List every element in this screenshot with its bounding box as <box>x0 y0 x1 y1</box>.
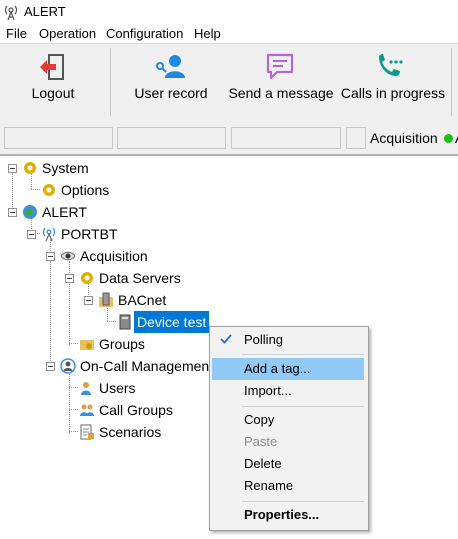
collapse-portbt-toggle[interactable] <box>27 230 36 239</box>
tree-label: System <box>42 160 89 176</box>
calls-in-progress-button[interactable]: Calls in progress <box>337 44 449 120</box>
user-record-button[interactable]: User record <box>124 44 218 120</box>
menu-configuration[interactable]: Configuration <box>106 26 183 41</box>
tree-label: Acquisition <box>80 248 148 264</box>
tree-label: ALERT <box>42 204 87 220</box>
device-icon <box>119 314 131 330</box>
menu-item-label: Rename <box>244 478 294 493</box>
menu-item-label: Add a tag... <box>244 361 311 376</box>
toolbar: Logout User record Send a message Calls … <box>0 43 458 122</box>
tree-label: Call Groups <box>99 402 173 418</box>
menu-operation[interactable]: Operation <box>39 26 96 41</box>
tree-line <box>50 261 51 367</box>
menu-item-delete[interactable]: Delete <box>212 453 364 475</box>
menu-item-import[interactable]: Import... <box>212 380 364 402</box>
phone-call-icon <box>379 54 403 76</box>
checkmark-icon <box>220 334 232 344</box>
tree-label[interactable]: PORTBT <box>61 223 118 245</box>
antenna-icon <box>42 227 56 242</box>
tree-line <box>107 321 116 322</box>
menu-separator <box>242 406 364 407</box>
menu-separator <box>242 501 364 502</box>
menu-item-label: Import... <box>244 383 292 398</box>
tree-line <box>69 409 78 410</box>
menu-item-label: Properties... <box>244 507 320 522</box>
send-message-label: Send a message <box>228 85 334 101</box>
menu-item-label: Polling <box>244 332 284 347</box>
status-panel <box>117 127 226 149</box>
menu-item-copy[interactable]: Copy <box>212 409 364 431</box>
logout-icon <box>40 54 64 80</box>
menu-item-rename[interactable]: Rename <box>212 475 364 497</box>
acquisition-status-indicator <box>444 134 453 143</box>
tree-label: Scenarios <box>99 424 162 440</box>
collapse-alert-toggle[interactable] <box>8 208 17 217</box>
app-antenna-icon <box>4 5 18 21</box>
menu-item-paste: Paste <box>212 431 364 453</box>
collapse-bacnet-toggle[interactable] <box>84 296 93 305</box>
status-panel <box>231 127 341 149</box>
title-bar: ALERT <box>0 0 458 24</box>
menu-item-label: Delete <box>244 456 282 471</box>
tree-line <box>31 189 40 190</box>
collapse-acquisition-toggle[interactable] <box>46 252 55 261</box>
users-icon <box>81 382 91 395</box>
gear-icon <box>81 272 93 284</box>
toolbar-separator <box>451 48 452 116</box>
user-record-label: User record <box>134 85 208 101</box>
logout-label: Logout <box>31 85 75 101</box>
tree-label-selected: Device test <box>134 311 210 333</box>
menu-help[interactable]: Help <box>194 26 221 41</box>
menu-item-polling[interactable]: Polling <box>212 329 364 351</box>
globe-icon <box>23 205 37 219</box>
tree-label: On-Call Managemen <box>80 358 210 374</box>
tree-label: Options <box>61 182 110 198</box>
tree-line <box>69 371 70 433</box>
tree-label: Data Servers <box>99 270 181 286</box>
eye-icon <box>60 251 76 261</box>
collapse-on-call-toggle[interactable] <box>46 362 55 371</box>
toolbar-separator <box>110 48 111 116</box>
menu-item-label: Paste <box>244 434 278 449</box>
logout-button[interactable]: Logout <box>4 44 102 120</box>
menu-separator <box>242 354 364 355</box>
tree-line <box>12 173 13 211</box>
gear-icon <box>24 162 36 174</box>
context-menu: Polling Add a tag... Import... Copy Past… <box>209 326 369 531</box>
tree-label: Users <box>99 380 136 396</box>
tree-label: Groups <box>99 336 145 352</box>
tree-line <box>69 431 78 432</box>
status-panel <box>346 127 366 149</box>
collapse-data-servers-toggle[interactable] <box>65 274 74 283</box>
tree-label: BACnet <box>118 292 167 308</box>
user-circle-icon <box>60 358 76 374</box>
menu-file[interactable]: File <box>6 26 27 41</box>
message-icon <box>266 53 294 80</box>
tree-line <box>69 343 78 344</box>
collapse-system-toggle[interactable] <box>8 164 17 173</box>
user-key-icon <box>156 55 185 78</box>
folder-gear-icon <box>80 340 94 350</box>
menu-item-properties[interactable]: Properties... <box>212 504 364 526</box>
server-folder-icon <box>99 292 113 307</box>
menu-item-add-tag[interactable]: Add a tag... <box>212 358 364 380</box>
calls-in-progress-label: Calls in progress <box>340 85 446 101</box>
status-strip: Acquisition <box>0 121 458 156</box>
send-message-button[interactable]: Send a message <box>225 44 337 120</box>
acquisition-status-label: Acquisition <box>370 130 438 146</box>
menu-bar: File Operation Configuration Help <box>0 24 458 43</box>
gear-icon <box>43 184 55 196</box>
group-icon <box>80 404 94 416</box>
scenario-icon <box>80 424 94 440</box>
window-title: ALERT <box>24 4 66 19</box>
tree-line <box>69 387 78 388</box>
menu-item-label: Copy <box>244 412 275 427</box>
status-panel <box>4 127 113 149</box>
